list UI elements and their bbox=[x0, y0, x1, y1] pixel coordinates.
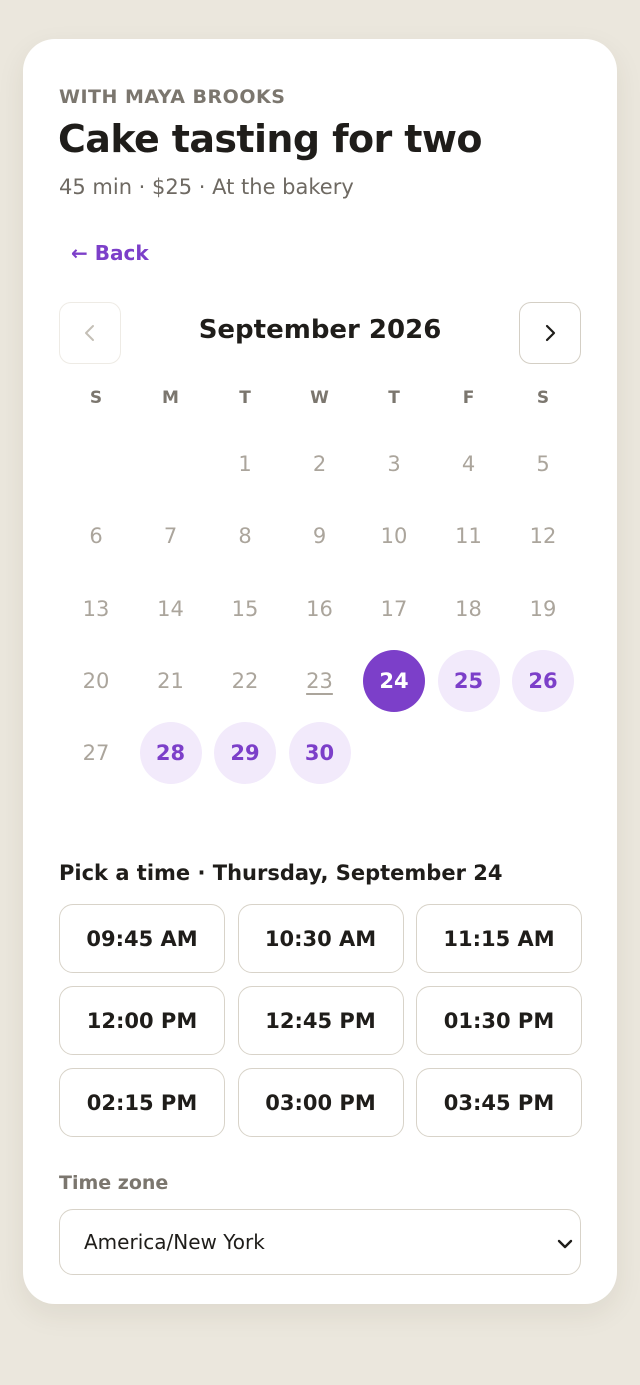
time-slot-button[interactable]: 01:30 PM bbox=[416, 986, 582, 1055]
calendar-day-available[interactable]: 28 bbox=[139, 722, 202, 785]
calendar-day: 12 bbox=[529, 524, 557, 549]
time-slot-button[interactable]: 03:45 PM bbox=[416, 1068, 582, 1137]
back-link[interactable]: ← Back bbox=[71, 241, 149, 265]
host-eyebrow: WITH MAYA BROOKS bbox=[59, 86, 286, 108]
time-slot-button[interactable]: 02:15 PM bbox=[59, 1068, 225, 1137]
calendar-day: 15 bbox=[231, 596, 259, 621]
calendar-day: 5 bbox=[536, 452, 550, 476]
weekday-label: W bbox=[310, 388, 329, 408]
calendar-day: 21 bbox=[157, 668, 184, 693]
weekday-label: T bbox=[239, 388, 251, 408]
calendar-day-available[interactable]: 25 bbox=[437, 649, 500, 712]
calendar-day: 10 bbox=[380, 524, 408, 549]
time-slot-button[interactable]: 10:30 AM bbox=[237, 904, 404, 973]
calendar-day-available[interactable]: 30 bbox=[288, 722, 351, 785]
calendar-day: 16 bbox=[306, 596, 333, 621]
weekday-label: F bbox=[462, 388, 475, 408]
calendar-day: 19 bbox=[529, 596, 557, 621]
event-meta: 45 min · $25 · At the bakery bbox=[59, 175, 354, 199]
calendar-day: 11 bbox=[455, 524, 482, 549]
calendar-day: 6 bbox=[89, 524, 103, 549]
next-month-button[interactable] bbox=[519, 302, 581, 364]
time-slot-button[interactable]: 12:00 PM bbox=[59, 986, 225, 1055]
calendar-day: 9 bbox=[312, 524, 327, 549]
timezone-label: Time zone bbox=[59, 1172, 169, 1194]
time-picker-heading: Pick a time · Thursday, September 24 bbox=[59, 861, 503, 885]
event-title: Cake tasting for two bbox=[58, 117, 482, 161]
calendar-day: 3 bbox=[387, 452, 401, 476]
timezone-value: America/New York bbox=[84, 1230, 265, 1254]
calendar-day: 14 bbox=[157, 596, 184, 621]
calendar-day: 23 bbox=[306, 668, 333, 693]
calendar-day: 22 bbox=[231, 668, 259, 693]
calendar-day: 27 bbox=[82, 741, 110, 766]
chevron-right-icon bbox=[543, 324, 557, 342]
calendar-day: 1 bbox=[238, 452, 252, 476]
calendar-day-available[interactable]: 26 bbox=[512, 649, 574, 712]
timezone-select[interactable]: America/New York bbox=[59, 1209, 581, 1275]
chevron-down-icon bbox=[556, 1234, 574, 1258]
time-slot-button[interactable]: 09:45 AM bbox=[59, 904, 225, 973]
weekday-label: S bbox=[536, 388, 550, 408]
calendar-day: 4 bbox=[461, 452, 476, 476]
weekday-label: T bbox=[388, 388, 400, 408]
calendar-day-selected[interactable]: 24 bbox=[363, 649, 425, 712]
calendar-day: 7 bbox=[163, 524, 178, 549]
time-slot-button[interactable]: 03:00 PM bbox=[237, 1068, 404, 1137]
calendar-day: 13 bbox=[82, 596, 110, 621]
calendar-day: 2 bbox=[312, 452, 327, 476]
calendar-day: 18 bbox=[455, 596, 482, 621]
weekday-label: S bbox=[89, 388, 103, 408]
calendar-day: 8 bbox=[238, 524, 252, 549]
calendar-day-available[interactable]: 29 bbox=[214, 722, 276, 785]
time-slot-button[interactable]: 11:15 AM bbox=[416, 904, 582, 973]
calendar-day: 17 bbox=[380, 596, 408, 621]
calendar-day: 20 bbox=[82, 668, 110, 693]
time-slot-button[interactable]: 12:45 PM bbox=[237, 986, 404, 1055]
weekday-label: M bbox=[162, 388, 179, 408]
booking-card: WITH MAYA BROOKS Cake tasting for two 45… bbox=[23, 39, 617, 1304]
